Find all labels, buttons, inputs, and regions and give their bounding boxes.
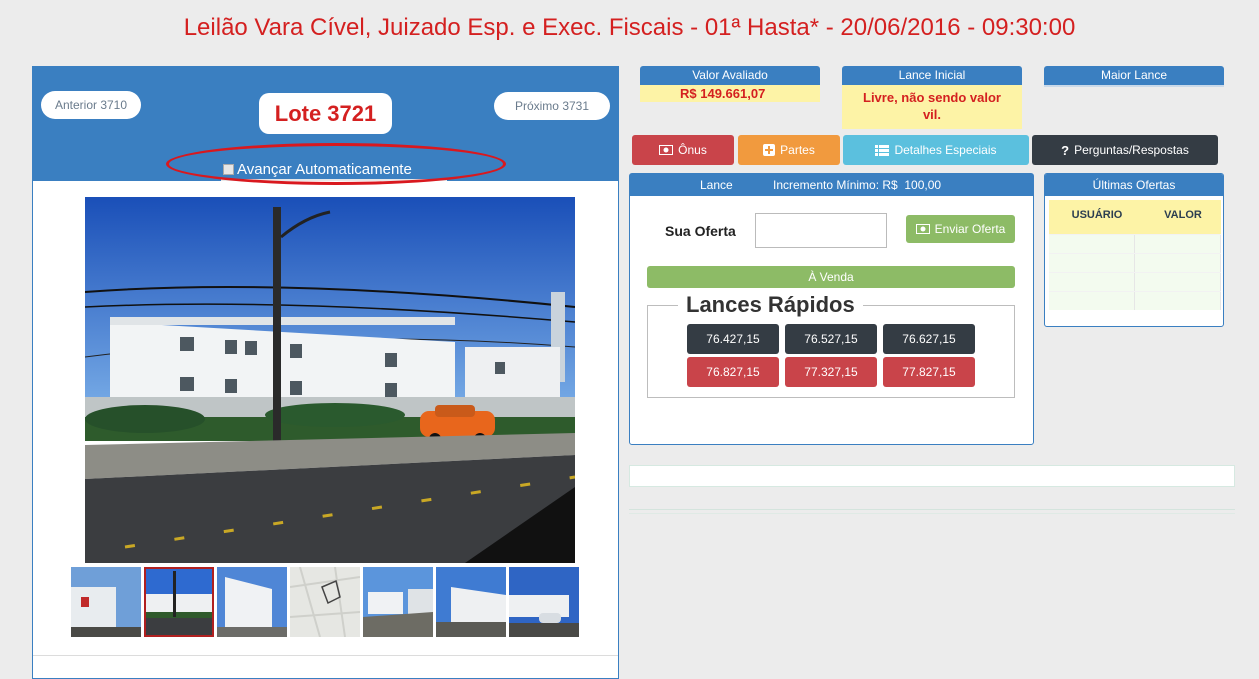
col-usuario: USUÁRIO <box>1071 209 1123 221</box>
partes-button[interactable]: Partes <box>738 135 840 165</box>
list-icon <box>875 144 890 156</box>
maior-lance-box: Maior Lance <box>1044 66 1224 87</box>
detalhes-especiais-button[interactable]: Detalhes Especiais <box>843 135 1029 165</box>
enviar-oferta-label: Enviar Oferta <box>934 222 1006 236</box>
thumbnail[interactable] <box>436 567 506 637</box>
enviar-oferta-button[interactable]: Enviar Oferta <box>906 215 1015 243</box>
page-title: Leilão Vara Cível, Juizado Esp. e Exec. … <box>183 14 1076 41</box>
valor-avaliado-value: R$ 149.661,07 <box>640 85 820 102</box>
perguntas-label: Perguntas/Respostas <box>1074 143 1189 157</box>
lance-inicial-box: Lance Inicial Livre, não sendo valor vil… <box>842 66 1022 129</box>
quick-bid-button[interactable]: 76.827,15 <box>687 357 779 387</box>
quick-bid-button[interactable]: 76.427,15 <box>687 324 779 354</box>
ultimas-ofertas-title: Últimas Ofertas <box>1045 174 1223 196</box>
onus-button[interactable]: Ônus <box>632 135 734 165</box>
maior-lance-value <box>1044 85 1224 87</box>
valor-avaliado-label: Valor Avaliado <box>640 66 820 85</box>
previous-lot-button[interactable]: Anterior 3710 <box>41 91 141 119</box>
plus-square-icon <box>763 144 776 156</box>
onus-label: Ônus <box>678 143 707 157</box>
question-icon: ? <box>1061 142 1070 158</box>
lance-inicial-value: Livre, não sendo valor vil. <box>842 85 1022 129</box>
thumbnail[interactable] <box>71 567 141 637</box>
table-row <box>1049 272 1221 291</box>
divider <box>629 513 1235 514</box>
lot-panel: Anterior 3710 Lote 3721 Próximo 3731 Ava… <box>32 66 619 679</box>
incremento-minimo: Incremento Mínimo: R$ 100,00 <box>773 178 942 192</box>
bid-panel-header: Lance Incremento Mínimo: R$ 100,00 <box>630 174 1033 196</box>
partes-label: Partes <box>780 143 815 157</box>
panel-divider <box>33 655 618 656</box>
lance-inicial-label: Lance Inicial <box>842 66 1022 85</box>
money-icon <box>915 224 930 234</box>
detalhes-label: Detalhes Especiais <box>894 143 997 157</box>
money-icon <box>659 145 674 155</box>
highlight-ellipse <box>166 143 506 185</box>
perguntas-respostas-button[interactable]: ? Perguntas/Respostas <box>1032 135 1218 165</box>
thumbnail-active[interactable] <box>144 567 214 637</box>
divider <box>629 509 1235 510</box>
thumbnail[interactable] <box>290 567 360 637</box>
table-row <box>1049 253 1221 272</box>
message-strip <box>629 465 1235 487</box>
quick-bid-button[interactable]: 77.327,15 <box>785 357 877 387</box>
lot-number-badge: Lote 3721 <box>259 93 392 134</box>
lance-header-label: Lance <box>700 178 733 192</box>
quick-bid-button[interactable]: 76.627,15 <box>883 324 975 354</box>
thumbnail[interactable] <box>217 567 287 637</box>
offers-table-header: USUÁRIO VALOR <box>1049 200 1221 234</box>
col-valor: VALOR <box>1164 209 1202 221</box>
table-row <box>1049 234 1221 253</box>
thumbnail[interactable] <box>363 567 433 637</box>
offers-table-body <box>1049 234 1221 310</box>
photo-thumbnails <box>71 567 579 637</box>
thumbnail[interactable] <box>509 567 579 637</box>
lances-rapidos-title: Lances Rápidos <box>678 292 863 318</box>
quick-bid-button[interactable]: 76.527,15 <box>785 324 877 354</box>
bid-panel: Lance Incremento Mínimo: R$ 100,00 Sua O… <box>629 173 1034 445</box>
main-photo[interactable] <box>85 197 575 563</box>
maior-lance-label: Maior Lance <box>1044 66 1224 85</box>
sua-oferta-input[interactable] <box>755 213 887 248</box>
quick-bid-button[interactable]: 77.827,15 <box>883 357 975 387</box>
ultimas-ofertas-panel: Últimas Ofertas USUÁRIO VALOR <box>1044 173 1224 327</box>
status-bar: À Venda <box>647 266 1015 288</box>
sua-oferta-label: Sua Oferta <box>665 223 736 239</box>
valor-avaliado-box: Valor Avaliado R$ 149.661,07 <box>640 66 820 102</box>
table-row <box>1049 291 1221 310</box>
next-lot-button[interactable]: Próximo 3731 <box>494 92 610 120</box>
